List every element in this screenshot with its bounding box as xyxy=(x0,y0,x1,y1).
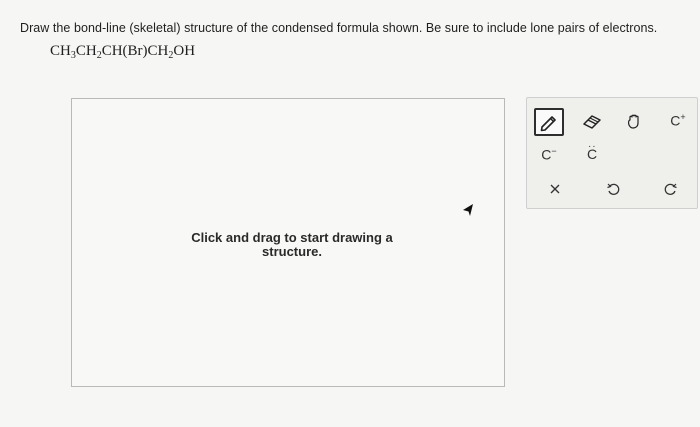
lone-pair-carbon-tool-button[interactable]: C ·· xyxy=(577,140,607,168)
clear-tool-button[interactable] xyxy=(540,175,570,203)
carbocation-tool-button[interactable]: C+ xyxy=(663,106,693,134)
carbanion-tool-button[interactable]: C− xyxy=(534,140,564,168)
drawing-toolbox: C+ C− C ·· xyxy=(526,97,698,209)
drawing-canvas[interactable]: Click and drag to start drawing a struct… xyxy=(71,98,505,387)
carbocation-letter: C xyxy=(670,112,681,129)
mouse-cursor-icon xyxy=(463,204,473,216)
eraser-tool-button[interactable] xyxy=(577,108,607,136)
lone-pair-dots-icon: ·· xyxy=(587,141,597,152)
formula-part: CH xyxy=(50,43,71,59)
lone-pair-carbon-label: C ·· xyxy=(587,142,597,162)
undo-tool-button[interactable] xyxy=(598,175,628,203)
formula-part: CH(Br)CH xyxy=(101,43,169,59)
canvas-prompt: Click and drag to start drawing a struct… xyxy=(191,230,393,259)
carbanion-letter: C xyxy=(541,146,552,163)
eraser-icon xyxy=(583,115,601,129)
pencil-tool-button[interactable] xyxy=(534,108,564,136)
carbocation-charge: + xyxy=(680,111,686,122)
hand-tool-button[interactable] xyxy=(620,108,650,136)
carbanion-label: C− xyxy=(541,145,557,163)
pencil-icon xyxy=(540,116,556,132)
formula-part: OH xyxy=(173,43,196,59)
redo-icon xyxy=(664,183,677,195)
carbocation-label: C+ xyxy=(670,111,686,129)
close-icon xyxy=(550,184,560,194)
formula-part: CH xyxy=(75,43,97,59)
redo-tool-button[interactable] xyxy=(656,175,686,203)
undo-icon xyxy=(607,183,620,195)
hand-icon xyxy=(627,114,639,129)
carbanion-charge: − xyxy=(551,145,557,156)
question-prompt: Draw the bond-line (skeletal) structure … xyxy=(20,21,658,35)
condensed-formula: CH3CH2CH(Br)CH2OH xyxy=(50,43,196,61)
